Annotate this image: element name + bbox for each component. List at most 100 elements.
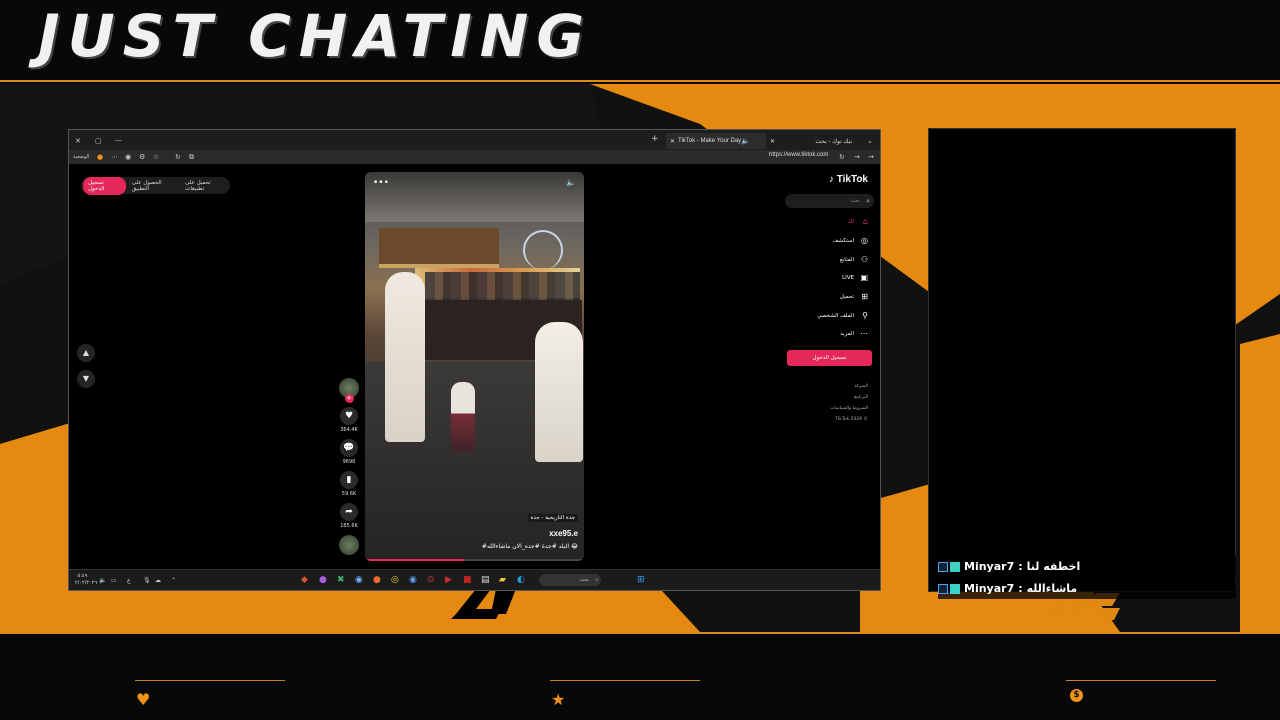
nav-following[interactable]: المتابع ⚇ [788,254,868,266]
app-icon[interactable]: ● [319,575,327,586]
upload-icon: ⊞ [861,292,868,301]
profile-label[interactable]: الوضعية [73,152,89,162]
reload-icon[interactable]: ↻ [175,152,181,162]
start-icon[interactable]: ⊞ [637,575,645,586]
video-scene [451,382,475,452]
tab-tiktok[interactable]: ✕ TikTok - Make Your Day [666,133,766,149]
share-action[interactable]: ➦ 185.6K [337,503,361,529]
tab-search[interactable]: ✕ تيك توك - بحث [766,133,856,149]
mic-icon[interactable]: 🎙 [143,575,151,586]
nav-for-you[interactable]: لك ⌂ [788,216,868,228]
edge-icon[interactable]: ◐ [517,575,525,586]
tray-chevron-icon[interactable]: ⌃ [171,575,176,586]
app-icon[interactable]: ⊙ [427,575,435,586]
comment-action[interactable]: 💬 9698 [337,439,361,465]
avatar-icon[interactable]: ◉ [125,152,131,162]
network-icon[interactable]: ▭ [111,575,117,586]
nav-upload[interactable]: تحميل ⊞ [788,291,868,303]
volume-icon[interactable]: 🔈 [566,178,576,187]
back-icon[interactable]: → [868,152,874,162]
store-icon[interactable]: ▤ [481,575,490,586]
tab-list-icon[interactable]: ⌄ [867,136,873,146]
app-icon[interactable]: ▶ [445,575,452,586]
app-icon[interactable]: ● [373,575,381,586]
app-icon[interactable]: ■ [463,575,472,586]
restore-window-icon[interactable]: ▢ [95,136,102,146]
follow-button[interactable]: + [344,394,354,403]
app-icon[interactable]: ✖ [337,575,345,586]
bookmark-count: 59.6K [341,491,357,497]
system-clock[interactable]: ٠٥:٤٩ ٢/٠٢/٢٠٢٦ [75,573,97,587]
tiktok-sidebar: ♪ TikTok بحث ⌕ لك ⌂ استكشف ◎ المتابع ⚇ LIVE… [781,172,876,472]
cloud-icon[interactable]: ☁ [155,575,161,586]
sidebar-login-button[interactable]: تسجيل الدخول [787,350,872,366]
video-player[interactable]: ••• 🔈 جدة التاريخية - جدة xxe95.e #البلد… [365,172,584,561]
new-tab-button[interactable]: + [651,134,659,144]
comment-count: 9698 [342,459,356,465]
brave-icon[interactable]: ◆ [301,575,308,586]
reload-icon[interactable]: ↻ [839,152,845,162]
login-pill-button[interactable]: تسجيل الدخول [83,176,126,195]
bookmark-icon[interactable]: ▮ [340,471,358,489]
heart-icon[interactable]: ♥ [340,407,358,425]
badge-icon [938,583,948,594]
next-video-button[interactable]: ▼ [77,370,95,388]
heart-icon: ♥ [136,690,151,709]
minimize-window-icon[interactable]: — [115,135,122,145]
close-tab-icon[interactable]: ✕ [770,138,775,145]
extensions-icon[interactable]: ⧉ [189,152,194,162]
search-icon[interactable]: ⌕ [866,194,870,208]
chevron-up-icon: ▲ [82,348,90,357]
favorite-icon[interactable]: ☆ [153,152,159,162]
share-icon[interactable]: ➦ [340,503,358,521]
sound-avatar[interactable] [339,535,359,555]
pc-app-link[interactable]: تحميل على تطبيقات [185,180,230,192]
comment-icon[interactable]: 💬 [340,439,358,457]
tiktok-page: تسجيل الدخول الحصول على التطبيق تحميل عل… [69,164,880,569]
stat-divider [135,680,285,681]
footer-link[interactable]: الشروط والسياسات [830,406,868,411]
like-action[interactable]: ♥ 364.4K [337,407,361,433]
close-tab-icon[interactable]: ✕ [670,138,675,145]
footer-link[interactable]: الشركة [854,384,868,389]
volume-icon[interactable]: 🔈 [99,575,106,586]
user-plus-icon: ⚇ [860,255,868,264]
previous-video-button[interactable]: ▲ [77,344,95,362]
forward-icon[interactable]: → [854,152,860,162]
close-window-icon[interactable]: ✕ [75,136,81,146]
video-username[interactable]: xxe95.e [549,529,578,538]
nav-profile[interactable]: الملف الشخصي ⚲ [788,310,868,322]
badge-icon [950,561,960,572]
location-tag[interactable]: جدة التاريخية - جدة [527,514,578,522]
nav-more[interactable]: المزيد ⋯ [788,328,868,340]
taskbar-search[interactable]: بحث ⌕ [539,574,601,586]
chat-list: Minyar7 : اخطفه لنا Minyar7 : ماشاءالله [938,556,1236,600]
menu-dots-icon[interactable]: ⋯ [111,152,118,162]
browser-window: ✕ ▢ — + ✕ TikTok - Make Your Day 🔈 ✕ تيك… [68,129,881,591]
taskbar-search-label: بحث [579,577,589,583]
steam-icon[interactable]: ◉ [409,575,417,586]
nav-explore[interactable]: استكشف ◎ [788,235,868,247]
footer-link[interactable]: البرنامج [854,395,868,400]
settings-icon[interactable]: ⚙ [139,152,145,162]
video-progress[interactable] [365,559,584,561]
address-bar[interactable]: https://www.tiktok.com [769,152,828,158]
clock-time: ٠٥:٤٩ [75,573,88,579]
chat-message: Minyar7 : اخطفه لنا [938,556,1236,577]
video-scene [535,322,583,462]
folder-icon[interactable]: ▰ [499,575,506,586]
bookmark-action[interactable]: ▮ 59.6K [337,471,361,497]
top-actions-bar: تسجيل الدخول الحصول على التطبيق تحميل عل… [81,176,230,195]
speaker-icon[interactable]: 🔈 [741,136,750,146]
chrome-icon[interactable]: ◎ [391,575,399,586]
video-more-button[interactable]: ••• [373,178,389,188]
like-count: 364.4K [340,427,358,433]
footer-copyright: TikTok 2026 © [835,417,868,422]
search-placeholder: بحث [850,198,860,204]
tiktok-logo[interactable]: ♪ TikTok [829,174,868,185]
get-app-link[interactable]: الحصول على التطبيق [132,180,179,192]
nav-live[interactable]: LIVE ▣ [788,272,868,284]
language-indicator[interactable]: ع [127,575,131,586]
app-icon[interactable]: ◉ [355,575,363,586]
search-input[interactable]: بحث ⌕ [785,194,874,208]
